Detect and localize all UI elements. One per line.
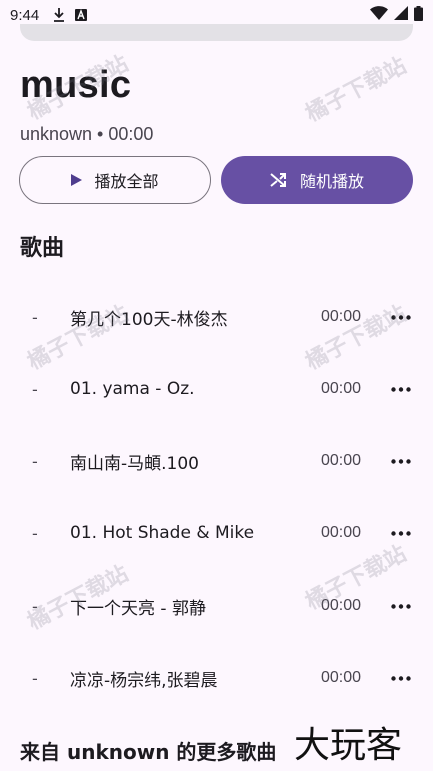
song-title: 凉凉-杨宗纬,张碧晨 — [70, 670, 218, 691]
site-logo: 大玩客 — [294, 725, 403, 766]
play-all-button[interactable]: 播放全部 — [19, 156, 211, 204]
battery-icon — [414, 5, 423, 25]
song-number: - — [32, 596, 38, 616]
more-songs-title: 来自 unknown 的更多歌曲 — [20, 740, 277, 764]
wifi-icon — [370, 6, 388, 24]
more-options-icon[interactable] — [386, 591, 416, 621]
play-all-label: 播放全部 — [94, 172, 159, 191]
shuffle-button[interactable]: 随机播放 — [221, 156, 413, 204]
text-a-icon — [75, 9, 88, 21]
song-duration: 00:00 — [321, 380, 362, 397]
songs-section-title: 歌曲 — [20, 236, 65, 261]
song-number: - — [32, 523, 38, 543]
status-time: 9:44 — [10, 6, 40, 24]
signal-icon — [394, 6, 408, 24]
song-duration: 00:00 — [321, 452, 362, 469]
shuffle-icon — [270, 172, 288, 188]
more-options-icon[interactable] — [386, 374, 416, 404]
play-icon — [71, 174, 83, 186]
song-number: - — [32, 451, 38, 471]
song-row[interactable]: - 下一个天亮 - 郭静 00:00 — [0, 570, 433, 642]
song-row[interactable]: - 第几个100天-林俊杰 00:00 — [0, 281, 433, 353]
song-title: 南山南-马頔.100 — [70, 453, 199, 474]
album-meta: unknown • 00:00 — [20, 124, 154, 144]
more-options-icon[interactable] — [386, 446, 416, 476]
song-duration: 00:00 — [321, 597, 362, 614]
song-row[interactable]: - 01. Hot Shade & Mike 00:00 — [0, 497, 433, 569]
download-icon — [53, 8, 65, 22]
song-row[interactable]: - 南山南-马頔.100 00:00 — [0, 425, 433, 497]
song-row[interactable]: - 01. yama - Oz. 00:00 — [0, 353, 433, 425]
song-number: - — [32, 668, 38, 688]
album-title: music — [20, 64, 132, 106]
song-title: 01. yama - Oz. — [70, 379, 195, 399]
song-duration: 00:00 — [321, 308, 362, 325]
song-number: - — [32, 307, 38, 327]
song-duration: 00:00 — [321, 669, 362, 686]
song-title: 第几个100天-林俊杰 — [70, 309, 228, 330]
more-options-icon[interactable] — [386, 302, 416, 332]
song-row[interactable]: - 凉凉-杨宗纬,张碧晨 00:00 — [0, 642, 433, 714]
song-title: 01. Hot Shade & Mike — [70, 523, 255, 543]
song-title: 下一个天亮 - 郭静 — [70, 598, 206, 619]
header-image-strip — [20, 24, 413, 41]
shuffle-label: 随机播放 — [299, 172, 364, 191]
song-duration: 00:00 — [321, 524, 362, 541]
more-options-icon[interactable] — [386, 663, 416, 693]
watermark: 橘子下载站 — [301, 53, 411, 128]
more-options-icon[interactable] — [386, 518, 416, 548]
song-number: - — [32, 379, 38, 399]
